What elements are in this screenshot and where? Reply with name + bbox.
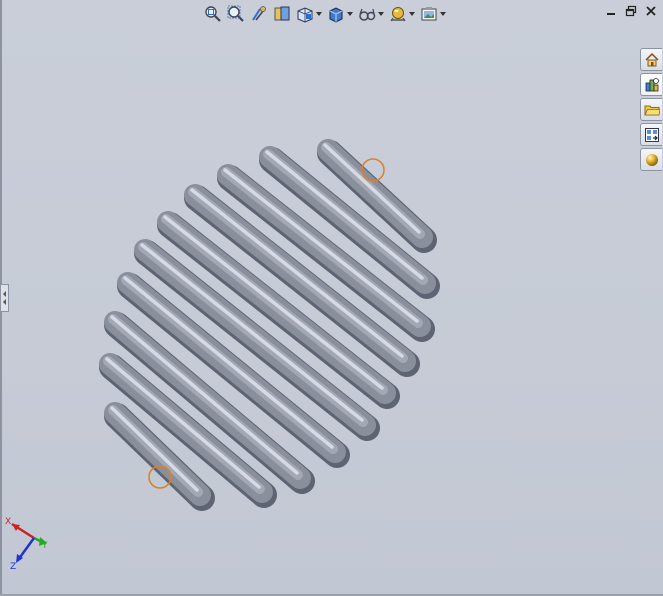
spring-coils (99, 139, 440, 511)
triad-z-label: Z (10, 562, 16, 572)
triad-y-label: Y (41, 541, 48, 551)
coordinate-triad: X Y Z (5, 517, 48, 572)
graphics-area[interactable]: X Y Z (0, 0, 663, 596)
spring-model[interactable] (0, 0, 663, 596)
triad-x-label: X (5, 517, 11, 527)
